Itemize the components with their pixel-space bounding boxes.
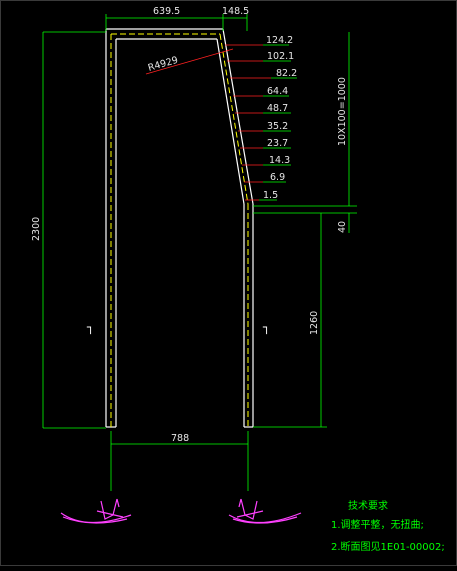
top-width-right-label: 148.5: [222, 6, 249, 17]
offset-label: 1.5: [263, 190, 278, 201]
notes-line-2: 2.断面图见1E01-00002;: [331, 540, 445, 553]
offset-label: 102.1: [267, 51, 294, 62]
offset-label: 64.4: [267, 86, 288, 97]
section-mark-left: ┐: [86, 320, 94, 334]
offset-label: 48.7: [267, 103, 288, 114]
frame-centerline: [110, 33, 249, 427]
frame-drawing: 639.5 148.5 R4929 124.2 102.1 82.2 64.4 …: [31, 6, 445, 553]
lower-height-label: 1260: [309, 311, 320, 335]
pitch-dimension-label: 10X100=1000: [337, 77, 348, 146]
offset-label: 23.7: [267, 138, 288, 149]
notes-line-1: 1.调整平整，无扭曲;: [331, 518, 424, 531]
left-dimension-lines: [42, 31, 106, 429]
radius-label: R4929: [147, 55, 180, 74]
offset-label: 35.2: [267, 121, 288, 132]
offset-label: 124.2: [266, 35, 293, 46]
profile-section-left: [60, 498, 132, 524]
frame-outline: [105, 28, 254, 428]
top-width-left-label: 639.5: [153, 6, 180, 17]
bottom-width-label: 788: [171, 433, 189, 444]
profile-section-right: [228, 498, 302, 524]
cad-drawing-canvas: 639.5 148.5 R4929 124.2 102.1 82.2 64.4 …: [0, 0, 457, 566]
gap-dimension-label: 40: [337, 221, 348, 233]
notes-title: 技术要求: [348, 499, 388, 512]
offset-label: 6.9: [270, 172, 285, 183]
offset-ladder: 124.2 102.1 82.2 64.4 48.7 35.2 23.7 14.…: [225, 35, 297, 201]
offset-label: 14.3: [269, 155, 290, 166]
total-height-label: 2300: [31, 217, 42, 241]
offset-label: 82.2: [276, 68, 297, 79]
section-mark-right: ┐: [262, 320, 270, 334]
